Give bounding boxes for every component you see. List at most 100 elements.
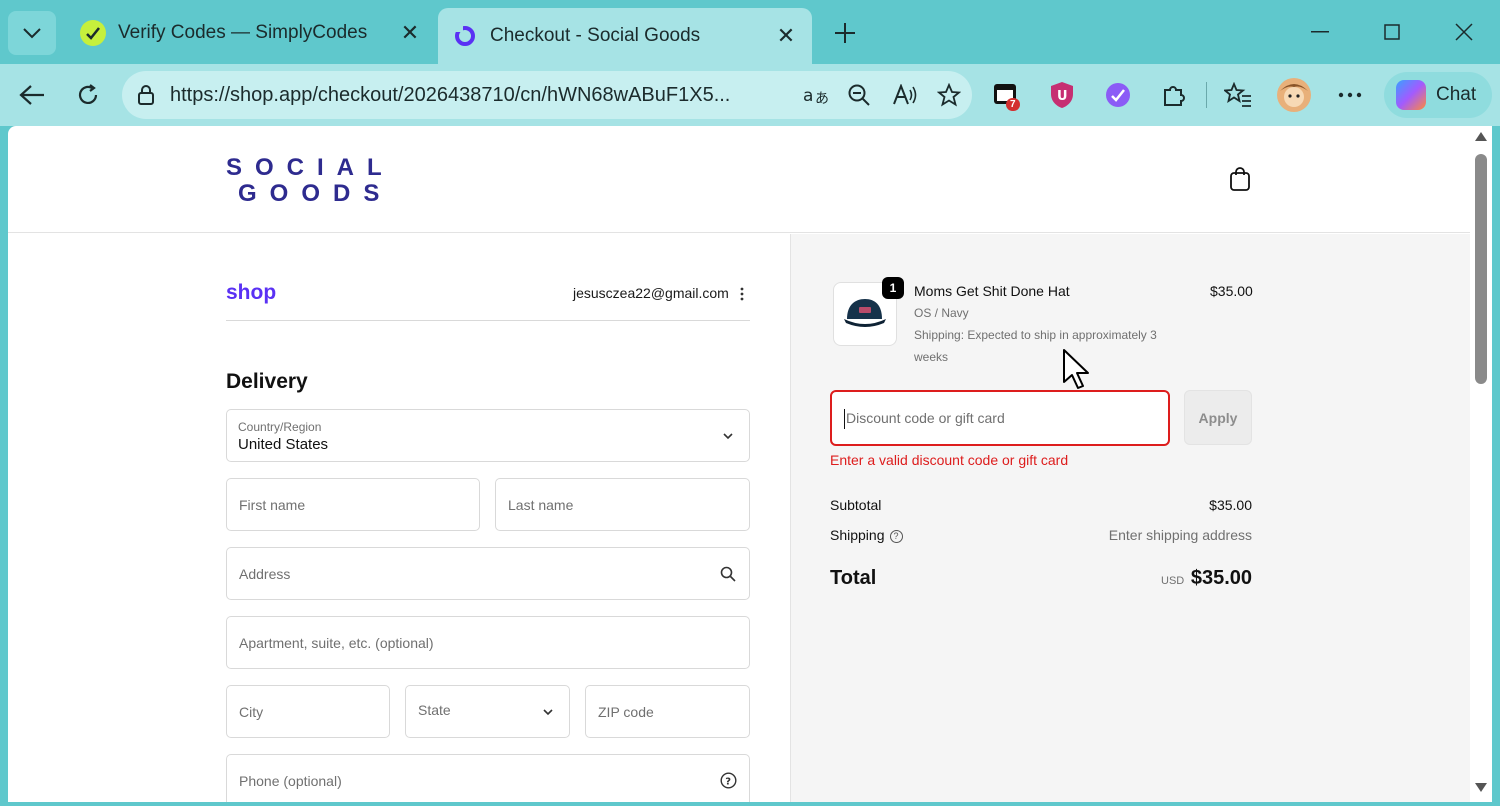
total-label: Total: [830, 567, 877, 589]
svg-text:?: ?: [725, 777, 731, 788]
favorites-list-icon: [1224, 82, 1251, 107]
country-value: United States: [238, 436, 329, 453]
total-value: $35.00: [1190, 567, 1252, 589]
account-divider: [226, 320, 750, 321]
close-window-button[interactable]: [1444, 14, 1484, 50]
account-email: jesusczea22@gmail.com: [573, 285, 729, 301]
new-tab-button[interactable]: [828, 16, 862, 50]
logo-line-2: GOODS: [238, 180, 393, 207]
simplycodes-favicon-icon: [80, 20, 106, 46]
tab-simplycodes[interactable]: Verify Codes — SimplyCodes ✕: [66, 8, 436, 58]
svg-text:a: a: [803, 86, 813, 106]
lock-icon[interactable]: [134, 83, 158, 107]
store-header: SOCIAL GOODS: [8, 126, 1470, 233]
total-currency: USD: [1161, 575, 1185, 587]
address-input[interactable]: Address: [226, 547, 750, 600]
extensions-button[interactable]: [1154, 76, 1194, 114]
shop-pay-logo: shop: [226, 281, 277, 304]
subtotal-label: Subtotal: [830, 497, 882, 513]
profile-button[interactable]: [1274, 76, 1314, 114]
product-price: $35.00: [1210, 283, 1253, 299]
ublock-extension-button[interactable]: U: [1042, 76, 1082, 114]
shop-favicon-icon: [452, 23, 478, 49]
reload-button[interactable]: [68, 76, 108, 114]
product-variant: OS / Navy: [914, 306, 969, 320]
more-horizontal-icon: [1338, 92, 1362, 98]
read-aloud-icon[interactable]: [890, 81, 920, 109]
phone-placeholder: Phone (optional): [239, 772, 342, 789]
chevron-down-icon: [539, 703, 557, 721]
city-input[interactable]: City: [226, 685, 390, 738]
first-name-placeholder: First name: [239, 496, 306, 513]
discount-error-message: Enter a valid discount code or gift card: [830, 452, 1069, 468]
shipping-row: Shipping?: [830, 527, 903, 543]
reload-icon: [78, 84, 98, 104]
country-select[interactable]: Country/Region United States: [226, 409, 750, 462]
tab-checkout[interactable]: Checkout - Social Goods ✕: [438, 8, 812, 64]
settings-menu-button[interactable]: [1330, 76, 1370, 114]
extension-badge-button[interactable]: 7: [986, 76, 1026, 114]
favorite-star-icon[interactable]: [934, 81, 964, 109]
maximize-icon: [1384, 24, 1400, 40]
last-name-input[interactable]: Last name: [495, 478, 750, 531]
tab-list-button[interactable]: [8, 11, 56, 55]
close-tab-icon[interactable]: ✕: [774, 23, 798, 48]
apply-discount-button[interactable]: Apply: [1184, 390, 1252, 445]
scroll-down-arrow-icon[interactable]: [1475, 783, 1487, 792]
svg-text:U: U: [1057, 89, 1068, 104]
scroll-up-arrow-icon[interactable]: [1475, 132, 1487, 141]
shopping-bag-icon[interactable]: [1228, 166, 1252, 192]
extension-count-badge: 7: [1006, 98, 1020, 111]
address-bar[interactable]: https://shop.app/checkout/2026438710/cn/…: [122, 71, 972, 119]
chevron-down-icon: [719, 427, 737, 445]
apartment-input[interactable]: Apartment, suite, etc. (optional): [226, 616, 750, 669]
url-text[interactable]: https://shop.app/checkout/2026438710/cn/…: [170, 84, 790, 107]
chevron-down-icon: [23, 28, 41, 39]
country-label: Country/Region: [238, 420, 322, 434]
subtotal-value: $35.00: [1209, 497, 1252, 513]
product-shipping-note: Shipping: Expected to ship in approximat…: [914, 328, 1157, 364]
profile-avatar-icon: [1277, 78, 1311, 112]
minimize-button[interactable]: [1300, 14, 1340, 50]
checkout-page: SOCIAL GOODS shop jesusczea22@gmail.com …: [8, 126, 1470, 802]
tab-title: Verify Codes — SimplyCodes: [118, 22, 368, 43]
phone-input[interactable]: Phone (optional) ?: [226, 754, 750, 802]
help-circle-icon[interactable]: ?: [719, 772, 737, 790]
quantity-badge: 1: [882, 277, 904, 299]
maximize-button[interactable]: [1372, 14, 1412, 50]
svg-text:あ: あ: [815, 91, 829, 106]
state-select[interactable]: State: [405, 685, 570, 738]
back-button[interactable]: [12, 76, 52, 114]
logo-line-1: SOCIAL: [226, 154, 395, 181]
plus-icon: [835, 23, 855, 43]
shipping-help-icon[interactable]: ?: [889, 529, 903, 543]
translate-icon[interactable]: aあ: [802, 81, 832, 109]
page-scrollbar[interactable]: [1470, 126, 1492, 802]
discount-code-input[interactable]: Discount code or gift card: [830, 390, 1170, 446]
puzzle-icon: [1164, 86, 1185, 106]
mouse-cursor-icon: [1063, 349, 1089, 389]
product-name: Moms Get Shit Done Hat: [914, 283, 1070, 299]
close-tab-icon[interactable]: ✕: [398, 20, 422, 45]
simplycodes-extension-button[interactable]: [1098, 76, 1138, 114]
apartment-placeholder: Apartment, suite, etc. (optional): [239, 634, 434, 651]
shipping-label: Shipping: [830, 527, 885, 543]
simplycodes-extension-icon: [1106, 83, 1130, 107]
zip-input[interactable]: ZIP code: [585, 685, 750, 738]
back-arrow-icon: [19, 85, 44, 105]
scrollbar-thumb[interactable]: [1475, 154, 1487, 384]
shipping-value: Enter shipping address: [1108, 527, 1252, 543]
favorites-button[interactable]: [1218, 76, 1258, 114]
copilot-chat-button[interactable]: Chat: [1384, 72, 1492, 118]
zip-placeholder: ZIP code: [598, 703, 654, 720]
more-vertical-icon[interactable]: [736, 286, 748, 302]
minimize-icon: [1311, 31, 1329, 33]
tab-bar: Verify Codes — SimplyCodes ✕ Checkout - …: [0, 0, 1500, 64]
zoom-out-icon[interactable]: [844, 81, 874, 109]
browser-toolbar: https://shop.app/checkout/2026438710/cn/…: [0, 64, 1500, 126]
social-goods-logo[interactable]: SOCIAL GOODS: [226, 155, 406, 207]
chat-label: Chat: [1436, 84, 1477, 105]
address-placeholder: Address: [239, 565, 291, 582]
first-name-input[interactable]: First name: [226, 478, 480, 531]
copilot-icon: [1396, 80, 1426, 110]
